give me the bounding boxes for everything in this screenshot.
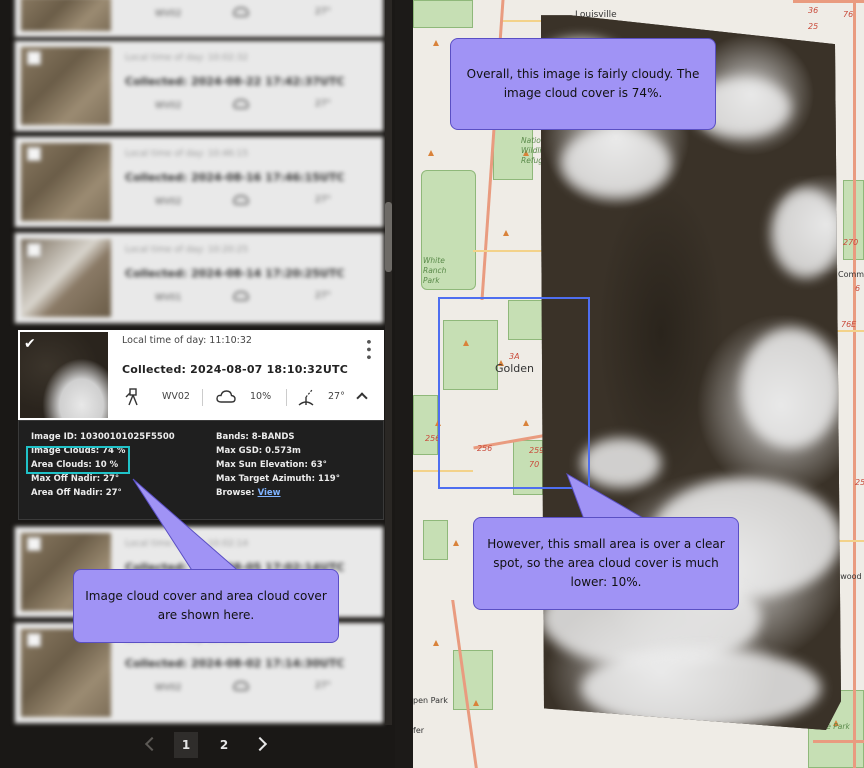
selected-result-card[interactable]: ✔ Local time of day: 11:10:32 Collected:… [18, 330, 384, 420]
callout-area-cloud-cover: However, this small area is over a clear… [473, 517, 739, 610]
select-checkbox[interactable] [27, 243, 41, 257]
callout-text: Image cloud cover and area cloud cover a… [85, 589, 327, 622]
result-card[interactable]: Local time of day: 10:20:25 Collected: 2… [14, 232, 384, 324]
cloud-icon [216, 390, 236, 403]
pagination: 1 2 [0, 732, 395, 762]
callout-text: However, this small area is over a clear… [487, 537, 725, 589]
callout-details-cloud-cover: Image cloud cover and area cloud cover a… [73, 569, 339, 643]
satellite-label: WV02 [155, 197, 182, 207]
route-shield: 270 [843, 238, 859, 247]
satellite-label: WV02 [155, 683, 182, 693]
select-checkbox[interactable] [27, 633, 41, 647]
highway [813, 740, 864, 743]
image-thumbnail [21, 0, 111, 31]
local-time: Local time of day: 10:02:32 [125, 53, 249, 63]
cloud-icon [233, 99, 249, 109]
select-checkbox[interactable] [27, 51, 41, 65]
satellite-label: WV02 [162, 391, 190, 402]
cloud-cover-highlight [26, 446, 130, 474]
map-label-lwood: lwood [838, 572, 862, 581]
local-time: Local time of day: 11:10:32 [122, 335, 252, 346]
satellite-label: WV01 [155, 293, 182, 303]
map-label-white-ranch-park: White Ranch Park [423, 256, 447, 285]
azimuth-label: 27° [315, 681, 331, 691]
map-label-fer: fer [413, 726, 425, 735]
azimuth-label: 27° [315, 195, 331, 205]
road [473, 250, 553, 252]
results-panel: WV02 27° Local time of day: 10:02:32 Col… [0, 0, 395, 768]
local-time: Local time of day: 10:46:15 [125, 149, 249, 159]
satellite-label: WV02 [155, 101, 182, 111]
metadata-row: WV02 10% 27° [122, 388, 382, 408]
collected-time: Collected: 2024-08-16 17:46:15UTC [125, 171, 345, 184]
satellite-label: WV02 [155, 9, 182, 19]
azimuth-icon [298, 389, 314, 406]
callout-image-cloud-cover: Overall, this image is fairly cloudy. Th… [450, 38, 716, 130]
cloud-cover-label: 10% [250, 391, 272, 402]
azimuth-label: 27° [315, 7, 331, 17]
cloud-icon [233, 195, 249, 205]
local-time: Local time of day: 10:20:25 [125, 245, 249, 255]
azimuth-label: 27° [315, 99, 331, 109]
route-shield: 76 [843, 10, 854, 19]
satellite-icon [125, 388, 138, 406]
area-off-nadir: Area Off Nadir: 27° [31, 488, 122, 498]
select-checkbox[interactable] [27, 147, 41, 161]
max-sun-elevation: Max Sun Elevation: 63° [216, 460, 327, 470]
max-off-nadir: Max Off Nadir: 27° [31, 474, 120, 484]
collected-time: Collected: 2024-08-02 17:14:30UTC [125, 657, 345, 670]
page-1-button[interactable]: 1 [174, 732, 198, 758]
route-shield: 25 [808, 22, 819, 31]
callout-text: Overall, this image is fairly cloudy. Th… [466, 67, 700, 100]
callout-pointer [132, 478, 245, 576]
select-checkbox[interactable] [27, 537, 41, 551]
park-area [413, 0, 473, 28]
checkmark-icon[interactable]: ✔ [24, 336, 40, 352]
scrollbar-track[interactable] [385, 0, 392, 725]
road [503, 20, 543, 22]
page-2-button[interactable]: 2 [212, 732, 236, 758]
prev-page-icon[interactable] [144, 736, 160, 752]
collapse-chevron-icon[interactable] [356, 392, 368, 404]
divider [202, 389, 203, 406]
divider [286, 389, 287, 406]
scrollbar-thumb[interactable] [385, 202, 392, 272]
highway [853, 0, 856, 768]
map-label-comm: Comm [838, 270, 864, 279]
result-card[interactable]: Local time of day: 10:46:15 Collected: 2… [14, 136, 384, 228]
route-shield: 76E [841, 320, 857, 329]
area-of-interest-box[interactable] [438, 297, 590, 489]
next-page-icon[interactable] [252, 736, 268, 752]
cloud-icon [233, 291, 249, 301]
collected-time: Collected: 2024-08-22 17:42:37UTC [125, 75, 345, 88]
bands: Bands: 8-BANDS [216, 432, 295, 442]
azimuth-label: 27° [328, 391, 345, 402]
collected-time: Collected: 2024-08-07 18:10:32UTC [122, 363, 348, 376]
route-shield: 36 [808, 6, 819, 15]
route-shield: 6 [855, 284, 861, 293]
image-id: Image ID: 10300101025F5500 [31, 432, 175, 442]
cloud-icon [233, 681, 249, 691]
cloud-icon [233, 7, 249, 17]
result-card[interactable]: Local time of day: 10:02:32 Collected: 2… [14, 40, 384, 132]
max-gsd: Max GSD: 0.573m [216, 446, 301, 456]
route-shield: 25 [855, 478, 864, 487]
map-label-aspen-park: pen Park [413, 696, 448, 705]
browse-view-link[interactable]: View [258, 488, 281, 498]
collected-time: Collected: 2024-08-14 17:20:25UTC [125, 267, 345, 280]
more-options-icon[interactable]: ••• [360, 338, 375, 361]
park-area [423, 520, 448, 560]
azimuth-label: 27° [315, 291, 331, 301]
result-card[interactable]: WV02 27° [14, 0, 384, 38]
